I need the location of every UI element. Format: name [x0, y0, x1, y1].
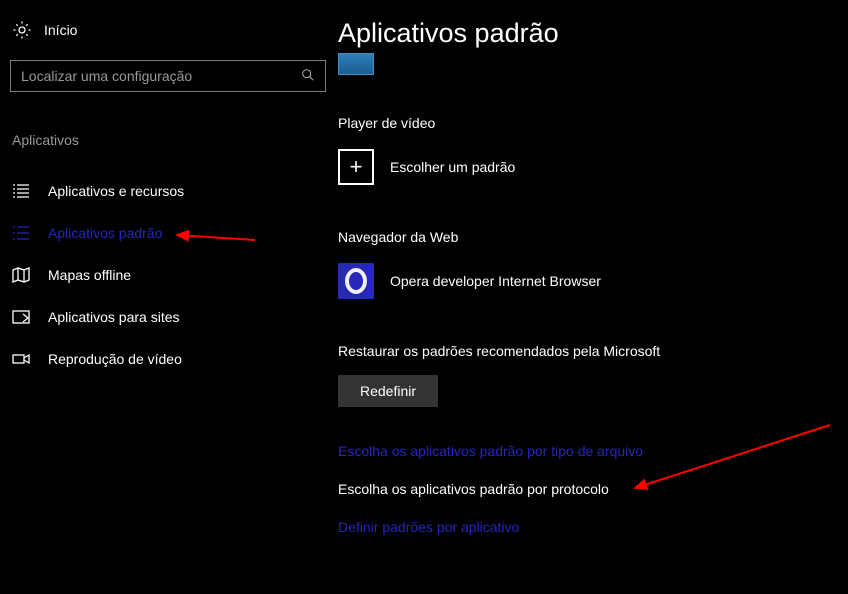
list-icon: [12, 182, 30, 200]
link-by-file-type[interactable]: Escolha os aplicativos padrão por tipo d…: [338, 443, 828, 459]
sidebar-item-label: Mapas offline: [48, 267, 131, 283]
defaults-icon: [12, 224, 30, 242]
sidebar-item-offline-maps[interactable]: Mapas offline: [10, 254, 328, 296]
sidebar-item-video-playback[interactable]: Reprodução de vídeo: [10, 338, 328, 380]
sidebar-item-label: Aplicativos padrão: [48, 225, 162, 241]
search-input[interactable]: [21, 68, 301, 84]
choose-video-player[interactable]: + Escolher um padrão: [338, 149, 828, 185]
map-icon: [12, 266, 30, 284]
choose-browser[interactable]: Opera developer Internet Browser: [338, 263, 828, 299]
sidebar-item-label: Aplicativos e recursos: [48, 183, 184, 199]
sidebar-item-label: Reprodução de vídeo: [48, 351, 182, 367]
reset-label: Restaurar os padrões recomendados pela M…: [338, 343, 828, 359]
app-thumbnail[interactable]: [338, 53, 374, 75]
video-icon: [12, 350, 30, 368]
browser-label: Navegador da Web: [338, 229, 828, 245]
reset-button[interactable]: Redefinir: [338, 375, 438, 407]
sidebar-item-default-apps[interactable]: Aplicativos padrão: [10, 212, 328, 254]
opera-icon: [338, 263, 374, 299]
sidebar-item-apps-features[interactable]: Aplicativos e recursos: [10, 170, 328, 212]
home-button[interactable]: Início: [10, 18, 328, 60]
home-label: Início: [44, 22, 77, 38]
search-input-container[interactable]: [10, 60, 326, 92]
page-title: Aplicativos padrão: [338, 18, 828, 49]
sidebar-item-apps-for-sites[interactable]: Aplicativos para sites: [10, 296, 328, 338]
choose-default-label: Escolher um padrão: [390, 159, 515, 175]
browser-app-name: Opera developer Internet Browser: [390, 273, 601, 289]
sidebar-item-label: Aplicativos para sites: [48, 309, 180, 325]
link-by-protocol[interactable]: Escolha os aplicativos padrão por protoc…: [338, 481, 828, 497]
websites-icon: [12, 308, 30, 326]
gear-icon: [12, 20, 32, 40]
sidebar-section-header: Aplicativos: [10, 132, 328, 148]
search-icon: [301, 68, 315, 85]
plus-icon: +: [338, 149, 374, 185]
link-by-app[interactable]: Definir padrões por aplicativo: [338, 519, 828, 535]
video-player-label: Player de vídeo: [338, 115, 828, 131]
